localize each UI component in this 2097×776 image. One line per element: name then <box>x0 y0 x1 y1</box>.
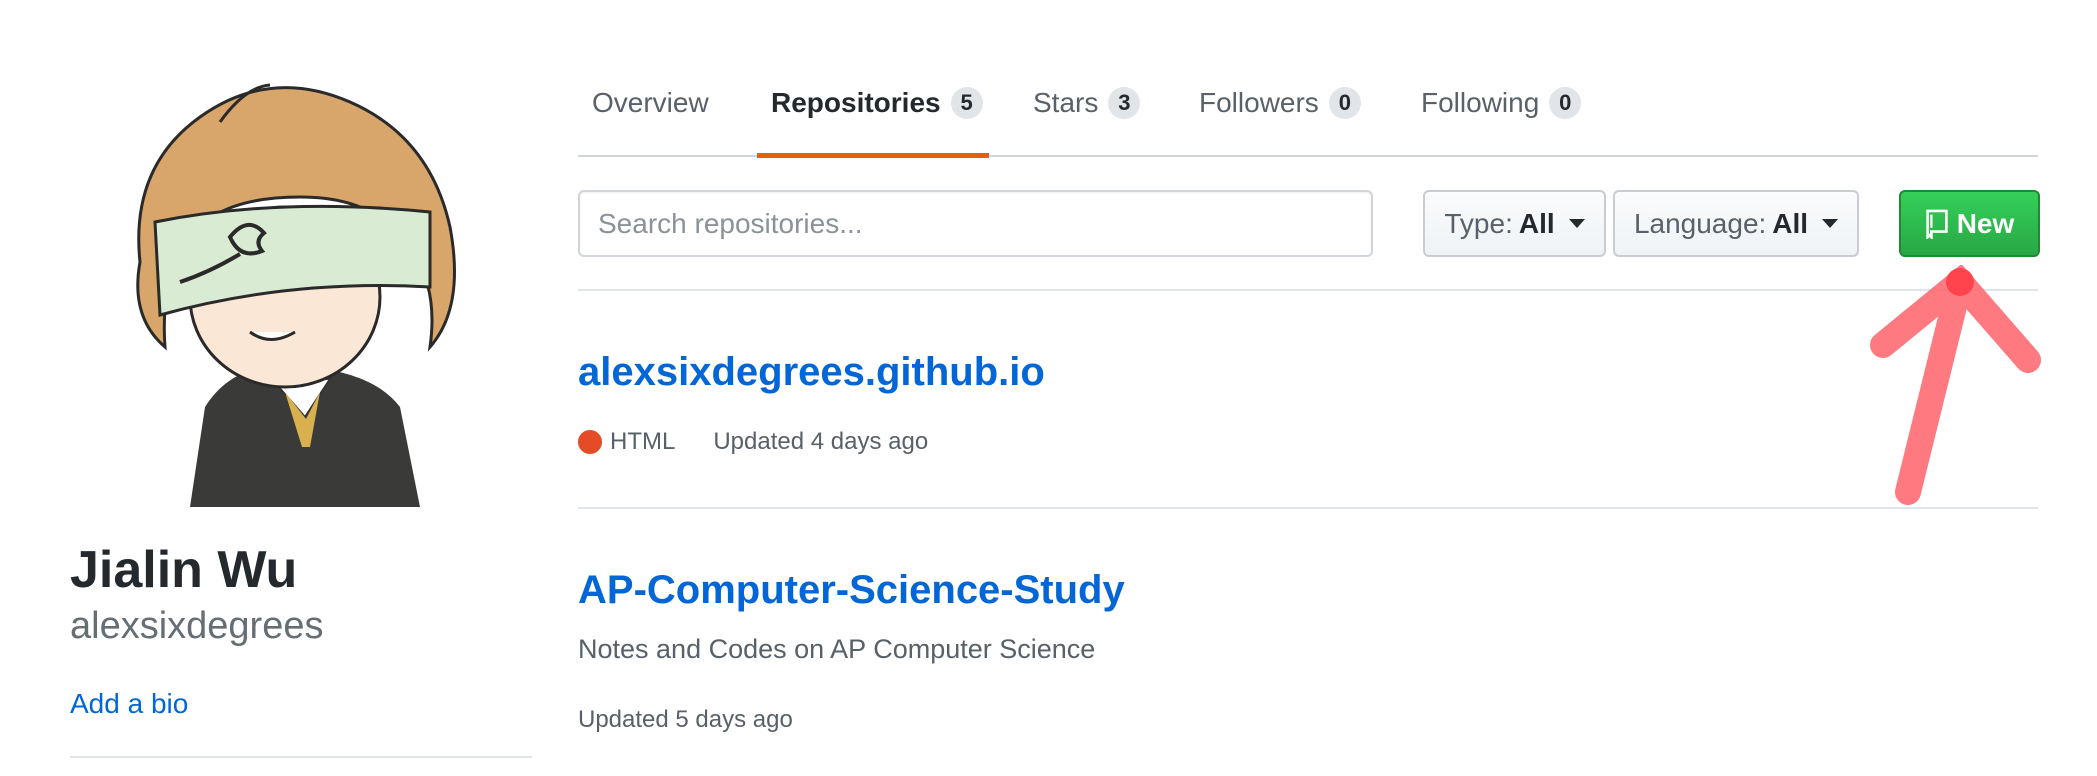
tab-label: Repositories <box>771 87 941 118</box>
repo-book-icon <box>1926 209 1948 239</box>
language-filter-button[interactable]: Language: All <box>1613 190 1859 257</box>
language-filter-value: All <box>1772 207 1809 239</box>
repo-description: Notes and Codes on AP Computer Science <box>578 634 1096 664</box>
type-filter-label: Type: <box>1444 207 1513 239</box>
tab-followers[interactable]: Followers 0 <box>1199 87 1361 119</box>
profile-tabs: Overview Repositories 5 Stars 3 Follower… <box>578 62 2038 158</box>
tab-label: Followers <box>1199 87 1319 118</box>
followers-counter: 0 <box>1328 87 1361 119</box>
add-bio-link[interactable]: Add a bio <box>70 688 188 720</box>
avatar[interactable] <box>70 47 490 507</box>
type-filter-value: All <box>1518 207 1555 239</box>
tab-repositories[interactable]: Repositories 5 <box>771 87 983 119</box>
repo-link[interactable]: AP-Computer-Science-Study <box>578 568 1125 613</box>
new-repository-button[interactable]: New <box>1899 190 2040 257</box>
search-repositories-input[interactable] <box>578 190 1373 257</box>
new-button-label: New <box>1956 207 2015 239</box>
tab-label: Following <box>1421 87 1540 118</box>
chevron-down-icon <box>1822 219 1839 228</box>
avatar-illustration <box>70 47 490 507</box>
tab-overview[interactable]: Overview <box>592 87 709 119</box>
repo-language: HTML <box>610 428 676 455</box>
language-filter-label: Language: <box>1633 207 1767 239</box>
chevron-down-icon <box>1568 219 1585 228</box>
profile-divider <box>70 756 532 758</box>
repo-updated: Updated 5 days ago <box>578 706 793 733</box>
repo-divider <box>578 507 2038 509</box>
profile-full-name: Jialin Wu <box>70 541 298 599</box>
type-filter-button[interactable]: Type: All <box>1423 190 1606 257</box>
language-color-dot <box>578 430 602 454</box>
repo-link[interactable]: alexsixdegrees.github.io <box>578 350 1045 395</box>
repo-updated: Updated 4 days ago <box>713 428 929 455</box>
repositories-counter: 5 <box>950 87 983 119</box>
following-counter: 0 <box>1549 87 1582 119</box>
tab-following[interactable]: Following 0 <box>1421 87 1582 119</box>
tab-stars[interactable]: Stars 3 <box>1033 87 1141 119</box>
repo-meta: Updated 5 days ago <box>578 706 793 734</box>
tab-label: Stars <box>1033 87 1099 118</box>
stars-counter: 3 <box>1108 87 1141 119</box>
profile-username: alexsixdegrees <box>70 605 324 647</box>
active-tab-underline <box>757 153 989 158</box>
toolbar-divider <box>578 289 2038 291</box>
repo-meta: HTML Updated 4 days ago <box>578 428 928 456</box>
red-arrow-icon <box>1870 265 2041 505</box>
tab-label: Overview <box>592 87 709 118</box>
